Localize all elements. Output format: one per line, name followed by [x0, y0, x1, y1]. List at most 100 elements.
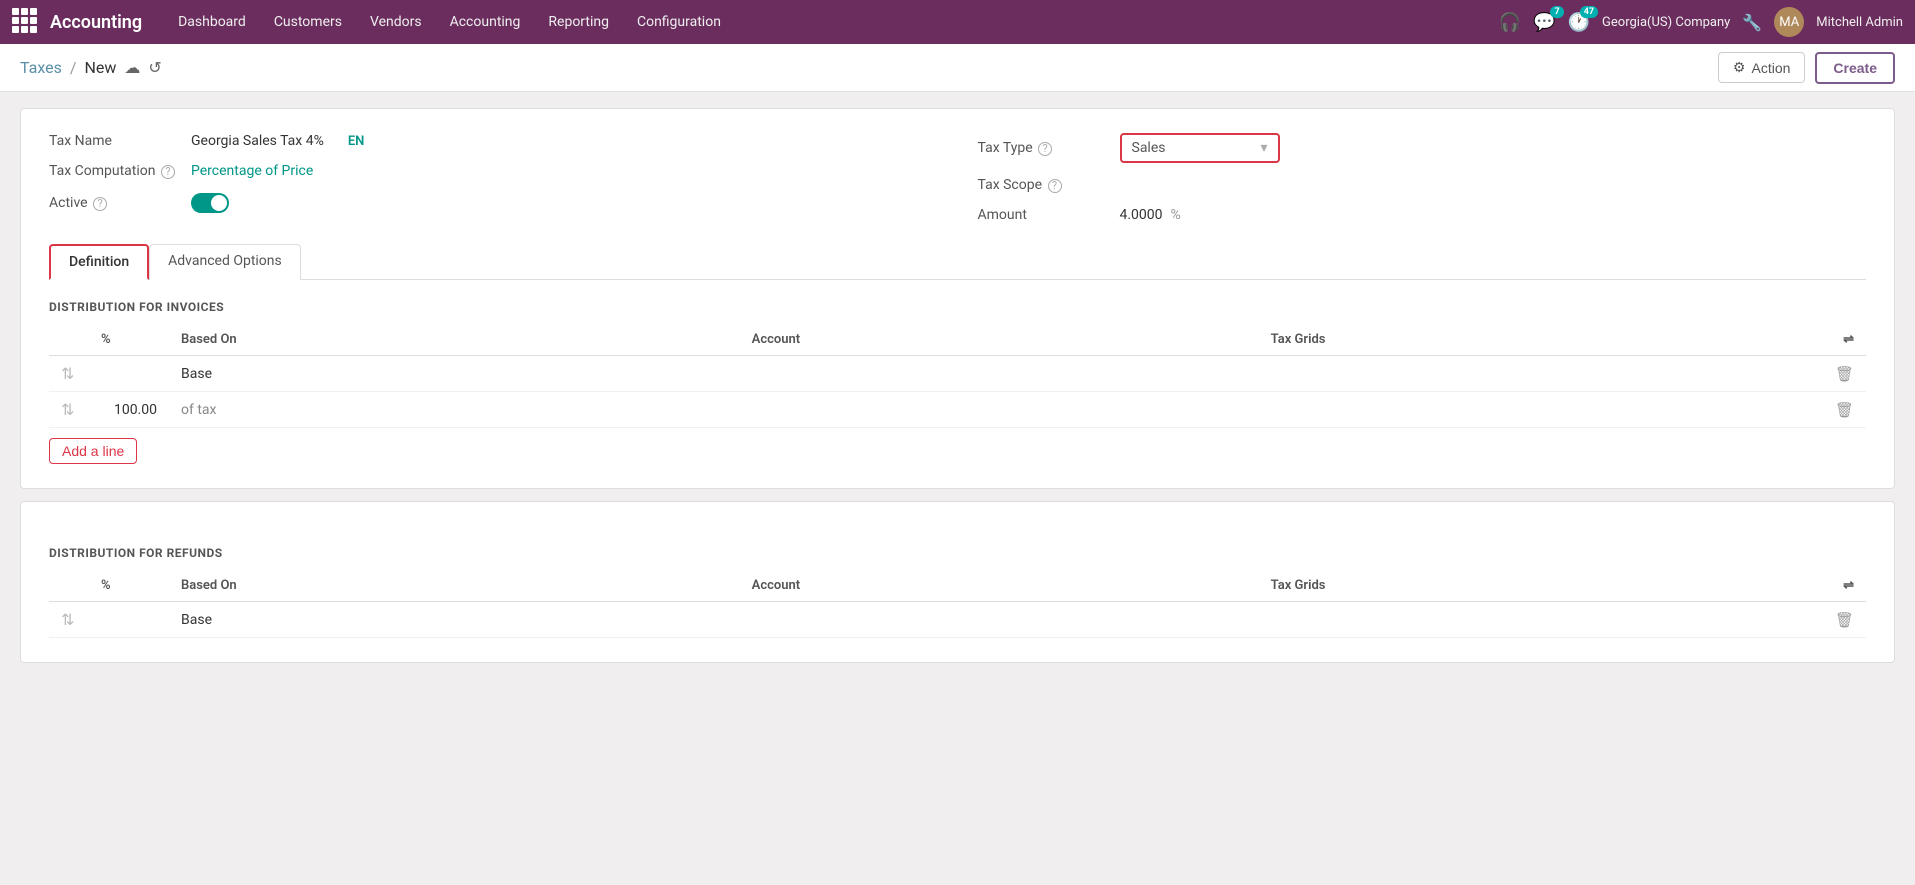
row1-pct: [89, 356, 169, 392]
amount-unit: %: [1171, 207, 1181, 223]
th-taxgrids-refunds: Tax Grids: [1259, 570, 1823, 602]
distribution-invoices: DISTRIBUTION FOR INVOICES % Based On Acc…: [49, 300, 1866, 464]
undo-icon[interactable]: ↺: [148, 58, 161, 77]
th-pct-refunds: %: [89, 570, 169, 602]
refund-row1-basedon[interactable]: Base: [169, 602, 740, 638]
nav-customers[interactable]: Customers: [262, 8, 354, 36]
drag-handle-refund1[interactable]: ⇅: [61, 610, 74, 629]
delete-row2[interactable]: 🗑: [1835, 401, 1854, 419]
th-account-refunds: Account: [740, 570, 1259, 602]
breadcrumb-current: New: [85, 58, 117, 77]
tax-type-row: Tax Type ? Sales ▾: [978, 133, 1867, 163]
tax-scope-row: Tax Scope ?: [978, 177, 1867, 193]
refund-row1-pct: [89, 602, 169, 638]
nav-reporting[interactable]: Reporting: [536, 8, 621, 36]
chat-icon[interactable]: 💬 7: [1533, 12, 1555, 33]
amount-row: Amount 4.0000 %: [978, 207, 1867, 223]
delete-refund-row1[interactable]: 🗑: [1835, 611, 1854, 629]
table-row: ⇅ Base 🗑: [49, 602, 1866, 638]
topnav-right: 🎧 💬 7 🕐 47 Georgia(US) Company 🔧 MA Mitc…: [1499, 7, 1903, 37]
active-help[interactable]: ?: [93, 197, 107, 211]
row2-account[interactable]: [740, 392, 1259, 428]
gear-icon: ⚙: [1733, 59, 1746, 76]
amount-field: 4.0000 %: [1120, 207, 1181, 223]
user-avatar[interactable]: MA: [1774, 7, 1804, 37]
action-button[interactable]: ⚙ Action: [1718, 52, 1805, 83]
active-toggle[interactable]: [191, 193, 229, 213]
tax-scope-help[interactable]: ?: [1048, 179, 1062, 193]
breadcrumb-parent[interactable]: Taxes: [20, 58, 62, 77]
drag-handle-1[interactable]: ⇅: [61, 364, 74, 383]
form-left: Tax Name Georgia Sales Tax 4% EN Tax Com…: [49, 133, 938, 223]
tax-name-row: Tax Name Georgia Sales Tax 4% EN: [49, 133, 938, 149]
th-account-invoices: Account: [740, 324, 1259, 356]
tax-computation-row: Tax Computation ? Percentage of Price: [49, 163, 938, 179]
create-button[interactable]: Create: [1815, 52, 1895, 84]
nav-configuration[interactable]: Configuration: [625, 8, 733, 36]
en-tag[interactable]: EN: [348, 134, 365, 149]
clock-badge: 47: [1580, 6, 1598, 18]
save-cloud-icon[interactable]: ☁: [124, 58, 140, 77]
nav-accounting[interactable]: Accounting: [438, 8, 533, 36]
app-brand[interactable]: Accounting: [50, 12, 142, 33]
invoices-table: % Based On Account Tax Grids ⇌: [49, 324, 1866, 428]
form-right: Tax Type ? Sales ▾ Tax Scope ?: [978, 133, 1867, 223]
nav-dashboard[interactable]: Dashboard: [166, 8, 258, 36]
breadcrumb-right: ⚙ Action Create: [1718, 52, 1895, 84]
active-row: Active ?: [49, 193, 938, 213]
chat-badge: 7: [1550, 6, 1563, 18]
breadcrumb-bar: Taxes / New ☁ ↺ ⚙ Action Create: [0, 44, 1915, 92]
nav-vendors[interactable]: Vendors: [358, 8, 434, 36]
row1-taxgrids[interactable]: [1259, 356, 1823, 392]
company-name[interactable]: Georgia(US) Company: [1602, 15, 1730, 30]
tax-type-value: Sales: [1132, 140, 1166, 156]
row2-taxgrids[interactable]: [1259, 392, 1823, 428]
th-sort-invoices: ⇌: [1823, 324, 1866, 356]
drag-handle-2[interactable]: ⇅: [61, 400, 74, 419]
tab-definition[interactable]: Definition: [49, 244, 149, 280]
th-sort-refunds: ⇌: [1823, 570, 1866, 602]
wrench-icon[interactable]: 🔧: [1742, 13, 1762, 32]
breadcrumb-left: Taxes / New ☁ ↺: [20, 58, 162, 77]
tax-name-value[interactable]: Georgia Sales Tax 4%: [191, 133, 324, 149]
tax-computation-help[interactable]: ?: [161, 165, 175, 179]
breadcrumb-separator: /: [70, 58, 77, 77]
tax-type-field[interactable]: Sales ▾: [1120, 133, 1280, 163]
amount-label: Amount: [978, 207, 1108, 223]
tax-scope-label: Tax Scope ?: [978, 177, 1108, 193]
tab-advanced-options[interactable]: Advanced Options: [149, 244, 301, 280]
distribution-refunds-card: DISTRIBUTION FOR REFUNDS % Based On Acco…: [20, 501, 1895, 663]
active-label: Active ?: [49, 195, 179, 211]
username: Mitchell Admin: [1816, 15, 1903, 30]
th-pct-invoices: %: [89, 324, 169, 356]
tax-type-help[interactable]: ?: [1038, 142, 1052, 156]
form-grid: Tax Name Georgia Sales Tax 4% EN Tax Com…: [49, 133, 1866, 223]
distribution-refunds: DISTRIBUTION FOR REFUNDS % Based On Acco…: [49, 546, 1866, 638]
tax-computation-value[interactable]: Percentage of Price: [191, 163, 313, 179]
breadcrumb-icons: ☁ ↺: [124, 58, 161, 77]
refund-row1-account[interactable]: [740, 602, 1259, 638]
tax-type-chevron: ▾: [1260, 140, 1267, 156]
amount-value[interactable]: 4.0000: [1120, 207, 1163, 223]
row2-basedon[interactable]: of tax: [169, 392, 740, 428]
top-navigation: Accounting Dashboard Customers Vendors A…: [0, 0, 1915, 44]
refunds-table: % Based On Account Tax Grids ⇌: [49, 570, 1866, 638]
row1-account[interactable]: [740, 356, 1259, 392]
add-line-button[interactable]: Add a line: [49, 438, 137, 464]
nav-menu: Dashboard Customers Vendors Accounting R…: [166, 8, 1499, 36]
delete-row1[interactable]: 🗑: [1835, 365, 1854, 383]
headset-icon[interactable]: 🎧: [1499, 12, 1521, 33]
th-taxgrids-invoices: Tax Grids: [1259, 324, 1823, 356]
th-basedon-refunds: Based On: [169, 570, 740, 602]
tax-computation-label: Tax Computation ?: [49, 163, 179, 179]
tax-name-label: Tax Name: [49, 133, 179, 149]
table-row: ⇅ Base 🗑: [49, 356, 1866, 392]
form-card: Tax Name Georgia Sales Tax 4% EN Tax Com…: [20, 108, 1895, 489]
main-content: Tax Name Georgia Sales Tax 4% EN Tax Com…: [0, 92, 1915, 691]
refund-row1-taxgrids[interactable]: [1259, 602, 1823, 638]
dist-refunds-title: DISTRIBUTION FOR REFUNDS: [49, 546, 1866, 560]
app-grid-icon[interactable]: [12, 8, 40, 36]
row1-basedon[interactable]: Base: [169, 356, 740, 392]
clock-icon[interactable]: 🕐 47: [1568, 12, 1590, 33]
dist-invoices-title: DISTRIBUTION FOR INVOICES: [49, 300, 1866, 314]
